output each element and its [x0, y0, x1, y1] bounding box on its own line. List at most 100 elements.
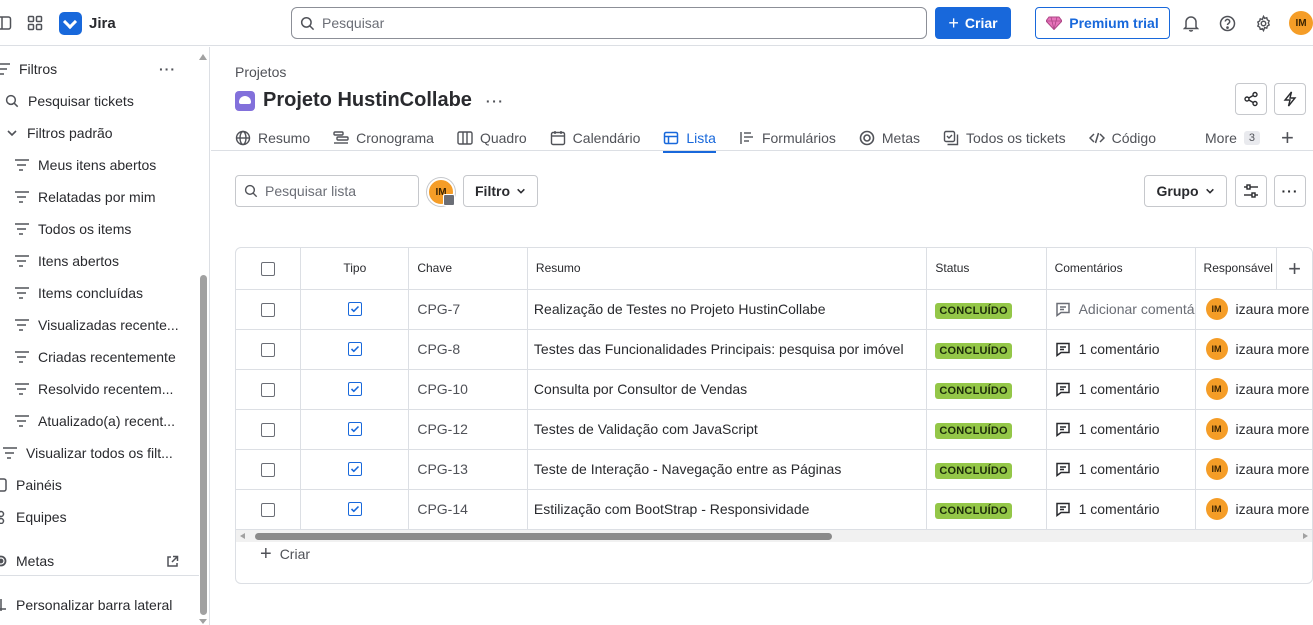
- sidebar-item-default-filters[interactable]: Filtros padrão: [6, 118, 113, 148]
- comments-cell[interactable]: 1 comentário: [1046, 489, 1196, 530]
- help-icon[interactable]: [1217, 13, 1237, 33]
- column-header-summary[interactable]: Resumo: [527, 248, 928, 290]
- sidebar-item-filter[interactable]: Criadas recentemente: [15, 342, 176, 372]
- comments-cell[interactable]: 1 comentário: [1046, 449, 1196, 490]
- row-checkbox[interactable]: [261, 303, 276, 318]
- notifications-bell-icon[interactable]: [1181, 13, 1201, 33]
- table-row[interactable]: CPG-14 Estilização com BootStrap - Respon…: [236, 489, 1312, 530]
- table-horizontal-scrollbar[interactable]: [236, 530, 1312, 542]
- app-switcher-icon[interactable]: [25, 13, 45, 33]
- tab-metas[interactable]: Metas: [859, 124, 920, 152]
- issue-summary[interactable]: Estilização com BootStrap - Responsivida…: [527, 489, 928, 530]
- assignee-cell[interactable]: IM izaura more: [1195, 449, 1312, 490]
- sidebar-scrollbar[interactable]: [200, 275, 207, 615]
- issue-key[interactable]: CPG-14: [408, 489, 528, 530]
- tab-more[interactable]: More 3: [1205, 124, 1261, 152]
- assignee-filter-avatar[interactable]: IM: [427, 178, 455, 206]
- more-actions-icon[interactable]: ···: [486, 93, 505, 109]
- sidebar-item-filter[interactable]: Items concluídas: [15, 278, 143, 308]
- add-column-plus-icon[interactable]: +: [1276, 248, 1312, 289]
- sidebar-item-filter[interactable]: Atualizado(a) recent...: [15, 406, 175, 436]
- issue-key[interactable]: CPG-10: [408, 369, 528, 410]
- sidebar-item-filter[interactable]: Itens abertos: [15, 246, 119, 276]
- filter-button[interactable]: Filtro: [463, 175, 538, 207]
- table-row[interactable]: CPG-12 Testes de Validação com JavaScript…: [236, 409, 1312, 450]
- automation-button[interactable]: [1274, 83, 1306, 115]
- scroll-left-arrow[interactable]: [240, 533, 245, 539]
- column-header-comments[interactable]: Comentários: [1046, 248, 1196, 290]
- row-checkbox[interactable]: [261, 503, 276, 518]
- view-settings-button[interactable]: [1235, 175, 1267, 207]
- issue-summary[interactable]: Testes de Validação com JavaScript: [527, 409, 928, 450]
- tab-cronograma[interactable]: Cronograma: [333, 124, 434, 152]
- scroll-right-arrow[interactable]: [1303, 533, 1308, 539]
- comments-cell[interactable]: Adicionar comentá: [1046, 289, 1196, 330]
- sidebar-item-customize[interactable]: Personalizar barra lateral: [0, 590, 172, 620]
- sidebar-item-goals[interactable]: Metas: [0, 546, 54, 576]
- sidebar-item-panels[interactable]: Painéis: [0, 470, 62, 500]
- jira-logo[interactable]: Jira: [59, 11, 116, 35]
- breadcrumb[interactable]: Projetos: [235, 64, 286, 80]
- scroll-down-arrow[interactable]: [199, 619, 207, 624]
- sidebar-item-search-tickets[interactable]: Pesquisar tickets: [5, 86, 134, 116]
- user-avatar[interactable]: IM: [1289, 11, 1313, 35]
- tab-calendário[interactable]: Calendário: [550, 124, 640, 152]
- issue-summary[interactable]: Consulta por Consultor de Vendas: [527, 369, 928, 410]
- issue-key[interactable]: CPG-13: [408, 449, 528, 490]
- assignee-cell[interactable]: IM izaura more: [1195, 329, 1312, 370]
- sidebar-item-filter[interactable]: Relatadas por mim: [15, 182, 156, 212]
- row-checkbox[interactable]: [261, 423, 276, 438]
- premium-trial-button[interactable]: Premium trial: [1035, 7, 1170, 39]
- more-options-button[interactable]: ···: [1274, 175, 1306, 207]
- table-row[interactable]: CPG-13 Teste de Interação - Navegação ent…: [236, 449, 1312, 490]
- column-header-key[interactable]: Chave: [408, 248, 528, 290]
- scrollbar-thumb[interactable]: [255, 533, 832, 540]
- column-header-status[interactable]: Status: [926, 248, 1047, 290]
- row-checkbox[interactable]: [261, 383, 276, 398]
- status-badge[interactable]: CONCLUÍDO: [935, 503, 1012, 519]
- table-row[interactable]: CPG-8 Testes das Funcionalidades Principa…: [236, 329, 1312, 370]
- group-button[interactable]: Grupo: [1144, 175, 1227, 207]
- column-header-type[interactable]: Tipo: [300, 248, 410, 290]
- list-search-input[interactable]: Pesquisar lista: [235, 175, 419, 207]
- status-badge[interactable]: CONCLUÍDO: [935, 463, 1012, 479]
- status-badge[interactable]: CONCLUÍDO: [935, 383, 1012, 399]
- global-search-input[interactable]: Pesquisar: [291, 7, 927, 39]
- create-issue-button[interactable]: + Criar: [260, 544, 310, 564]
- comments-cell[interactable]: 1 comentário: [1046, 329, 1196, 370]
- add-tab-plus-icon[interactable]: +: [1281, 124, 1294, 152]
- row-checkbox[interactable]: [261, 463, 276, 478]
- tab-código[interactable]: Código: [1088, 124, 1156, 152]
- sidebar-item-teams[interactable]: Equipes: [0, 502, 67, 532]
- sidebar-item-filter[interactable]: Todos os items: [15, 214, 131, 244]
- assignee-cell[interactable]: IM izaura more: [1195, 289, 1312, 330]
- sidebar-item-filters[interactable]: Filtros: [0, 54, 57, 84]
- external-link-icon[interactable]: [166, 546, 179, 576]
- assignee-cell[interactable]: IM izaura more: [1195, 409, 1312, 450]
- row-checkbox[interactable]: [261, 343, 276, 358]
- issue-summary[interactable]: Teste de Interação - Navegação entre as …: [527, 449, 928, 490]
- select-all-checkbox[interactable]: [261, 261, 276, 276]
- issue-summary[interactable]: Realização de Testes no Projeto HustinCo…: [527, 289, 928, 330]
- more-actions-icon[interactable]: ···: [159, 54, 176, 84]
- issue-summary[interactable]: Testes das Funcionalidades Principais: p…: [527, 329, 928, 370]
- tab-quadro[interactable]: Quadro: [457, 124, 527, 152]
- tab-resumo[interactable]: Resumo: [235, 124, 310, 152]
- sidebar-item-filter[interactable]: Resolvido recentem...: [15, 374, 173, 404]
- sidebar-item-filter[interactable]: Visualizadas recente...: [15, 310, 179, 340]
- status-badge[interactable]: CONCLUÍDO: [935, 343, 1012, 359]
- share-button[interactable]: [1235, 83, 1267, 115]
- sidebar-item-view-all-filters[interactable]: Visualizar todos os filt...: [3, 438, 173, 468]
- issue-key[interactable]: CPG-12: [408, 409, 528, 450]
- assignee-cell[interactable]: IM izaura more: [1195, 489, 1312, 530]
- tab-todos-os-tickets[interactable]: Todos os tickets: [943, 124, 1066, 152]
- comments-cell[interactable]: 1 comentário: [1046, 369, 1196, 410]
- settings-gear-icon[interactable]: [1253, 13, 1273, 33]
- status-badge[interactable]: CONCLUÍDO: [935, 423, 1012, 439]
- table-row[interactable]: CPG-10 Consulta por Consultor de Vendas CO…: [236, 369, 1312, 410]
- tab-lista[interactable]: Lista: [663, 124, 716, 153]
- status-badge[interactable]: CONCLUÍDO: [935, 303, 1012, 319]
- table-row[interactable]: CPG-7 Realização de Testes no Projeto Hus…: [236, 289, 1312, 330]
- scroll-up-arrow[interactable]: [199, 54, 207, 60]
- issue-key[interactable]: CPG-8: [408, 329, 528, 370]
